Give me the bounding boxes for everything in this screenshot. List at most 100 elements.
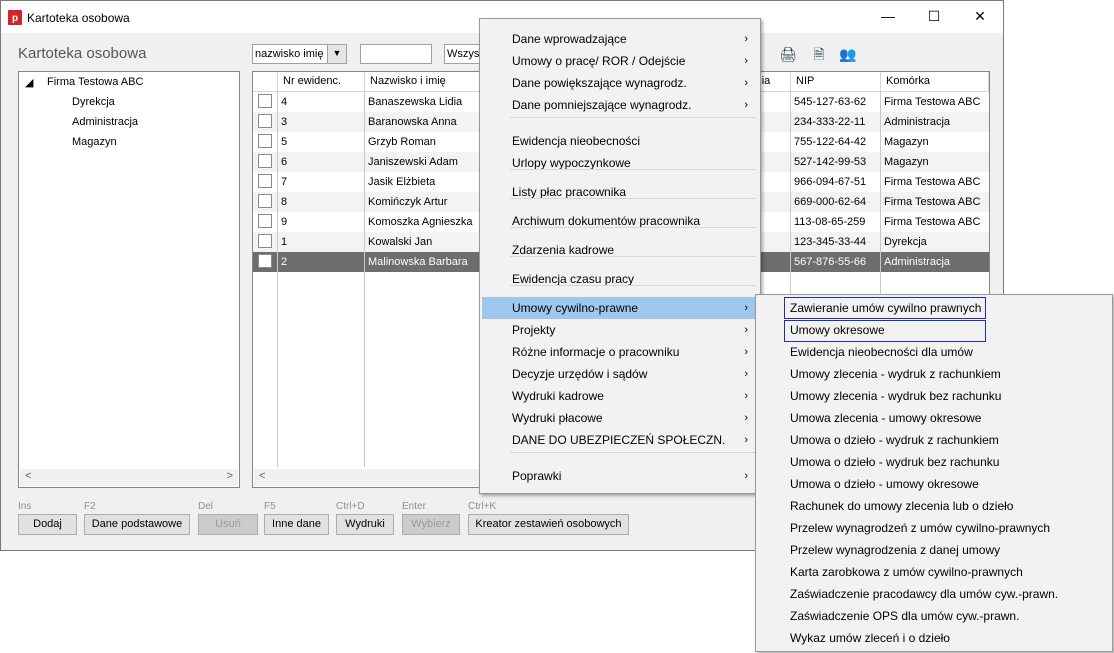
scroll-left-icon[interactable]: < [25, 470, 31, 482]
menu-item-label: Projekty [512, 323, 556, 337]
row-checkbox[interactable] [258, 114, 272, 128]
submenu-item[interactable]: Przelew wynagrodzeń z umów cywilno-prawn… [758, 517, 1110, 539]
menu-separator [510, 285, 756, 286]
row-checkbox[interactable] [258, 194, 272, 208]
column-header-nr[interactable]: Nr ewidenc. [278, 72, 365, 92]
menu-item-label: Zdarzenia kadrowe [512, 243, 615, 257]
tree-scrollbar[interactable]: < > [20, 469, 238, 486]
sort-combo[interactable]: nazwisko imię ▼ [252, 44, 347, 64]
column-header-unit[interactable]: Komórka [881, 72, 989, 92]
submenu-item[interactable]: Umowa o dzieło - wydruk bez rachunku [758, 451, 1110, 473]
menu-item[interactable]: Ewidencja czasu pracy [482, 268, 758, 290]
menu-item[interactable]: DANE DO UBEZPIECZEŃ SPOŁECZN. › [482, 429, 758, 451]
kreator-zestawień-osobowych-button[interactable]: Kreator zestawień osobowych [468, 514, 629, 535]
inne-dane-button[interactable]: Inne dane [264, 514, 329, 535]
menu-item[interactable]: Różne informacje o pracowniku › [482, 341, 758, 363]
menu-item-label: Urlopy wypoczynkowe [512, 156, 631, 170]
column-header-name[interactable]: Nazwisko i imię [365, 72, 485, 92]
menu-item[interactable]: Projekty › [482, 319, 758, 341]
tree-expand-icon[interactable]: ◢ [25, 76, 33, 89]
scroll-right-icon[interactable]: > [227, 470, 233, 482]
menu-item[interactable]: Archiwum dokumentów pracownika [482, 210, 758, 232]
submenu-item[interactable]: Umowy zlecenia - wydruk bez rachunku [758, 385, 1110, 407]
print-icon[interactable]: 🖨 [779, 45, 797, 63]
submenu-item[interactable]: Karta zarobkowa z umów cywilno-prawnych [758, 561, 1110, 583]
submenu-item[interactable]: Umowy zlecenia - wydruk z rachunkiem [758, 363, 1110, 385]
submenu-item[interactable]: Przelew wynagrodzenia z danej umowy [758, 539, 1110, 561]
menu-item[interactable]: Zdarzenia kadrowe [482, 239, 758, 261]
tree-root[interactable]: Firma Testowa ABC [47, 76, 143, 88]
menu-item[interactable]: Listy płac pracownika [482, 181, 758, 203]
menu-item[interactable]: Dane wprowadzające › [482, 28, 758, 50]
column-header-nip[interactable]: NIP [791, 72, 881, 92]
tree-item-magazyn[interactable]: Magazyn [72, 136, 117, 148]
maximize-icon[interactable]: ☐ [911, 1, 957, 32]
wydruki-button[interactable]: Wydruki [336, 514, 394, 535]
chevron-right-icon: › [744, 412, 748, 424]
table-cell-nip: 527-142-99-53 [794, 156, 867, 168]
close-icon[interactable]: ✕ [957, 1, 1003, 32]
menu-item[interactable]: Wydruki płacowe › [482, 407, 758, 429]
submenu-item[interactable]: Rachunek do umowy zlecenia lub o dzieło [758, 495, 1110, 517]
menu-item-label: Poprawki [512, 469, 562, 483]
menu-item[interactable]: Umowy cywilno-prawne › [482, 297, 758, 319]
menu-item[interactable]: Umowy o pracę/ ROR / Odejście › [482, 50, 758, 72]
submenu-item[interactable]: Ewidencja nieobecności dla umów [758, 341, 1110, 363]
table-cell-unit: Magazyn [884, 136, 929, 148]
menu-item-label: Różne informacje o pracowniku [512, 345, 680, 359]
submenu-item[interactable]: Zaświadczenie pracodawcy dla umów cyw.-p… [758, 583, 1110, 605]
chevron-down-icon[interactable]: ▼ [327, 45, 346, 63]
row-checkbox[interactable] [258, 94, 272, 108]
menu-item[interactable]: Dane pomniejszające wynagrodz. › [482, 94, 758, 116]
scope-combo[interactable]: Wszystkie [444, 44, 484, 64]
submenu-item[interactable]: Umowa zlecenia - umowy okresowe [758, 407, 1110, 429]
row-checkbox[interactable] [258, 254, 272, 268]
menu-item[interactable]: Dane powiększające wynagrodz. › [482, 72, 758, 94]
shortcut-hint: Enter [402, 501, 426, 512]
row-checkbox[interactable] [258, 174, 272, 188]
table-cell-unit: Firma Testowa ABC [884, 96, 981, 108]
menu-item[interactable]: Urlopy wypoczynkowe [482, 152, 758, 174]
dodaj-button[interactable]: Dodaj [18, 514, 77, 535]
tree-item-administracja[interactable]: Administracja [72, 116, 138, 128]
scroll-left-icon[interactable]: < [259, 470, 265, 482]
chevron-right-icon: › [744, 33, 748, 45]
row-checkbox[interactable] [258, 214, 272, 228]
table-cell-unit: Firma Testowa ABC [884, 196, 981, 208]
sort-combo-value: nazwisko imię [255, 48, 324, 60]
department-tree[interactable]: ◢ Firma Testowa ABC Dyrekcja Administrac… [18, 71, 240, 488]
export-icon[interactable]: 🗎 [810, 45, 828, 63]
chevron-right-icon: › [744, 434, 748, 446]
menu-separator [510, 452, 756, 453]
chevron-right-icon: › [744, 346, 748, 358]
submenu-item[interactable]: Zaświadczenie OPS dla umów cyw.-prawn. [758, 605, 1110, 627]
row-checkbox[interactable] [258, 154, 272, 168]
tree-item-dyrekcja[interactable]: Dyrekcja [72, 96, 115, 108]
menu-item[interactable]: Decyzje urzędów i sądów › [482, 363, 758, 385]
dane-podstawowe-button[interactable]: Dane podstawowe [84, 514, 190, 535]
table-cell-nr: 7 [281, 176, 288, 188]
menu-separator [510, 198, 756, 199]
chevron-right-icon: › [744, 324, 748, 336]
menu-item[interactable]: Wydruki kadrowe › [482, 385, 758, 407]
menu-item-label: Decyzje urzędów i sądów [512, 367, 648, 381]
table-cell-unit: Firma Testowa ABC [884, 216, 981, 228]
menu-item-label: Dane wprowadzające [512, 32, 627, 46]
minimize-icon[interactable]: — [865, 1, 911, 32]
search-input[interactable] [360, 44, 432, 64]
submenu-item[interactable]: Umowa o dzieło - umowy okresowe [758, 473, 1110, 495]
submenu-item[interactable]: Umowa o dzieło - wydruk z rachunkiem [758, 429, 1110, 451]
menu-separator [510, 169, 756, 170]
table-cell-name: Banaszewska Lidia [368, 96, 463, 108]
table-cell-name: Baranowska Anna [368, 116, 457, 128]
row-checkbox[interactable] [258, 234, 272, 248]
menu-item-label: Dane pomniejszające wynagrodz. [512, 98, 692, 112]
row-checkbox[interactable] [258, 134, 272, 148]
table-cell-name: Jasik Elżbieta [368, 176, 436, 188]
table-cell-nr: 5 [281, 136, 288, 148]
menu-item[interactable]: Ewidencja nieobecności [482, 130, 758, 152]
users-icon[interactable]: 👥 [839, 45, 857, 63]
menu-item[interactable]: Poprawki › [482, 465, 758, 487]
submenu-item[interactable]: Wykaz umów zleceń i o dzieło [758, 627, 1110, 649]
table-cell-name: Komińczyk Artur [368, 196, 448, 208]
